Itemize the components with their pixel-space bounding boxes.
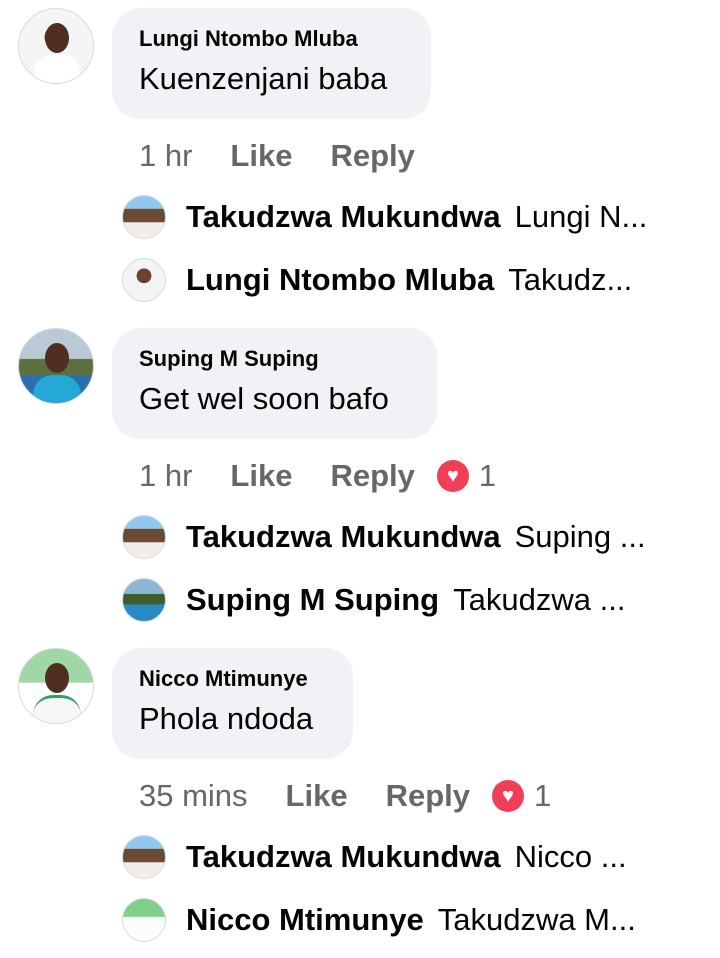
love-reaction-icon: ♥ <box>492 780 524 812</box>
profile-avatar-icon[interactable] <box>18 8 94 84</box>
comment-actions: 35 mins Like Reply ♥ 1 <box>139 776 551 816</box>
reply-preview[interactable]: Takudzwa Mukundwa Suping ... <box>122 510 702 564</box>
comment-actions: 1 hr Like Reply <box>139 136 415 176</box>
like-button[interactable]: Like <box>286 778 348 814</box>
comment-author[interactable]: Lungi Ntombo Mluba <box>139 26 403 52</box>
reply-author[interactable]: Lungi Ntombo Mluba <box>186 262 494 297</box>
reaction-summary[interactable]: ♥ 1 <box>436 458 497 494</box>
reply-avatar-icon[interactable] <box>122 195 166 239</box>
reply-preview[interactable]: Lungi Ntombo Mluba Takudz... <box>122 253 702 307</box>
reply-author[interactable]: Takudzwa Mukundwa <box>186 199 501 234</box>
reply-button[interactable]: Reply <box>330 458 414 494</box>
comment-timestamp[interactable]: 1 hr <box>139 138 192 174</box>
reply-author[interactable]: Takudzwa Mukundwa <box>186 519 501 554</box>
like-button[interactable]: Like <box>230 138 292 174</box>
reply-avatar-icon[interactable] <box>122 515 166 559</box>
reaction-count: 1 <box>478 458 497 493</box>
profile-avatar-icon[interactable] <box>18 328 94 404</box>
reply-preview-text: Lungi N... <box>514 199 648 234</box>
profile-avatar-icon[interactable] <box>18 648 94 724</box>
reply-author[interactable]: Suping M Suping <box>186 582 439 617</box>
comment-author[interactable]: Nicco Mtimunye <box>139 666 325 692</box>
reply-preview-text: Takudzwa ... <box>453 582 626 617</box>
love-reaction-icon: ♥ <box>436 460 469 492</box>
reply-preview-text: Takudzwa M... <box>437 902 636 937</box>
reply-preview[interactable]: Takudzwa Mukundwa Nicco ... <box>122 830 702 884</box>
reaction-summary[interactable]: ♥ 1 <box>492 778 551 814</box>
reply-avatar-icon[interactable] <box>122 835 166 879</box>
comment-text: Kuenzenjani baba <box>139 61 388 96</box>
reply-preview[interactable]: Nicco Mtimunye Takudzwa M... <box>122 893 702 947</box>
like-button[interactable]: Like <box>230 458 292 494</box>
reply-author[interactable]: Nicco Mtimunye <box>186 902 424 937</box>
reaction-count: 1 <box>534 778 552 813</box>
comment-text: Phola ndoda <box>139 701 314 736</box>
comment-author[interactable]: Suping M Suping <box>139 346 409 372</box>
reply-preview-text: Suping ... <box>514 519 646 554</box>
comment-bubble[interactable]: Lungi Ntombo Mluba Kuenzenjani baba <box>112 8 431 119</box>
comment-bubble[interactable]: Suping M Suping Get wel soon bafo <box>112 328 437 439</box>
reply-preview-text: Nicco ... <box>514 839 627 874</box>
reply-avatar-icon[interactable] <box>122 578 166 622</box>
comment-actions: 1 hr Like Reply ♥ 1 <box>139 456 496 496</box>
comment-text: Get wel soon bafo <box>139 381 389 416</box>
comment-bubble[interactable]: Nicco Mtimunye Phola ndoda <box>112 648 353 759</box>
reply-button[interactable]: Reply <box>386 778 470 814</box>
comment-timestamp[interactable]: 35 mins <box>139 778 248 814</box>
reply-avatar-icon[interactable] <box>122 258 166 302</box>
reply-preview[interactable]: Takudzwa Mukundwa Lungi N... <box>122 190 702 244</box>
reply-button[interactable]: Reply <box>330 138 414 174</box>
comment-timestamp[interactable]: 1 hr <box>139 458 192 494</box>
reply-preview[interactable]: Suping M Suping Takudzwa ... <box>122 573 702 627</box>
reply-preview-text: Takudz... <box>508 262 633 297</box>
reply-avatar-icon[interactable] <box>122 898 166 942</box>
reply-author[interactable]: Takudzwa Mukundwa <box>186 839 501 874</box>
